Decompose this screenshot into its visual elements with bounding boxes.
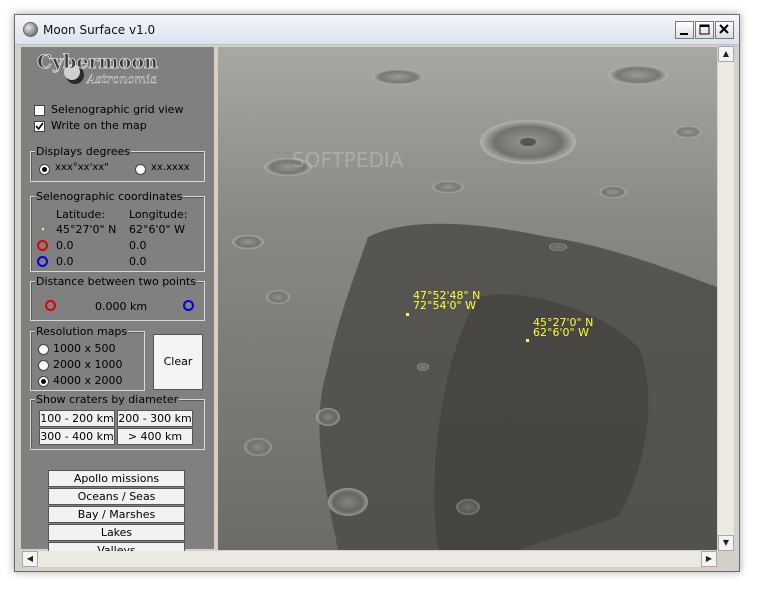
moon-app-icon	[23, 22, 38, 37]
lakes-button[interactable]: Lakes	[48, 524, 185, 541]
craters-300-400-button[interactable]: 300 - 400 km	[39, 428, 115, 445]
degrees-dms-radio[interactable]	[39, 164, 50, 175]
resolution-1000-radio[interactable]	[38, 344, 49, 355]
app-window: Moon Surface v1.0 Cybermoon Astronomia S…	[14, 14, 740, 572]
map-watermark: SOFTPEDIA	[292, 148, 404, 172]
clear-button[interactable]: Clear	[153, 334, 203, 390]
bay-marshes-button[interactable]: Bay / Marshes	[48, 506, 185, 523]
write-on-map-checkbox[interactable]	[34, 121, 45, 132]
grid-view-checkbox[interactable]	[34, 105, 45, 116]
resolution-2000-label: 2000 x 1000	[53, 358, 123, 371]
maximize-icon	[699, 24, 710, 35]
logo-subtitle: Astronomia	[86, 72, 157, 86]
scroll-up-button[interactable]: ▲	[718, 46, 734, 62]
craters-group-title: Show craters by diameter	[35, 393, 180, 406]
coordinates-group-title: Selenographic coordinates	[35, 190, 184, 203]
distance-red-point-icon	[45, 300, 56, 311]
coordinates-group: Selenographic coordinates Latitude: Long…	[30, 190, 205, 272]
craters-group: Show craters by diameter 100 - 200 km 20…	[30, 393, 205, 450]
red-point-latitude: 0.0	[56, 239, 74, 252]
resolution-1000-label: 1000 x 500	[53, 342, 116, 355]
map-point2-marker	[526, 339, 529, 342]
maximize-button[interactable]	[695, 21, 714, 39]
degrees-group-title: Displays degrees	[35, 145, 132, 158]
distance-group-title: Distance between two points	[35, 275, 197, 288]
blue-point-latitude: 0.0	[56, 255, 74, 268]
scroll-down-button[interactable]: ▼	[718, 535, 734, 551]
logo-title: Cybermoon	[37, 51, 158, 73]
oceans-seas-button[interactable]: Oceans / Seas	[48, 488, 185, 505]
craters-100-200-button[interactable]: 100 - 200 km	[39, 410, 115, 427]
resolution-4000-radio[interactable]	[38, 376, 49, 387]
scroll-right-button[interactable]: ▶	[701, 551, 717, 567]
craters-200-300-button[interactable]: 200 - 300 km	[117, 410, 193, 427]
resolution-2000-radio[interactable]	[38, 360, 49, 371]
blue-point-icon	[37, 256, 48, 267]
degrees-group: Displays degrees xxx°xx'xx" xx.xxxx	[30, 145, 205, 182]
current-point-marker	[42, 228, 44, 230]
map-point2-longitude: 62°6'0" W	[533, 326, 589, 339]
degrees-decimal-label: xx.xxxx	[151, 162, 190, 173]
title-bar[interactable]: Moon Surface v1.0	[15, 15, 739, 45]
minimize-button[interactable]	[675, 21, 694, 39]
checkmark-icon	[35, 122, 44, 131]
resolution-group-title: Resolution maps	[35, 325, 129, 338]
apollo-missions-button[interactable]: Apollo missions	[48, 470, 185, 487]
current-longitude: 62°6'0" W	[129, 223, 185, 236]
red-point-longitude: 0.0	[129, 239, 147, 252]
cybermoon-logo: Cybermoon Astronomia	[37, 51, 159, 86]
longitude-header: Longitude:	[129, 208, 188, 221]
distance-blue-point-icon	[183, 300, 194, 311]
red-point-icon	[37, 240, 48, 251]
vertical-scrollbar[interactable]: ▲ ▼	[718, 46, 734, 551]
moon-map[interactable]: SOFTPEDIA 47°52'48" N 72°54'0" W 45°27'0…	[218, 47, 717, 550]
map-point1-marker	[406, 313, 409, 316]
current-latitude: 45°27'0" N	[56, 223, 117, 236]
distance-value: 0.000 km	[95, 300, 148, 313]
close-icon	[719, 24, 729, 34]
horizontal-scrollbar[interactable]: ◀ ▶	[22, 551, 717, 567]
client-area: Cybermoon Astronomia Selenographic grid …	[20, 46, 734, 568]
map-point1-longitude: 72°54'0" W	[413, 299, 476, 312]
close-button[interactable]	[715, 21, 734, 39]
scroll-left-button[interactable]: ◀	[22, 551, 38, 567]
resolution-group: Resolution maps 1000 x 500 2000 x 1000 4…	[30, 325, 145, 391]
scrollbar-corner	[718, 551, 734, 567]
window-title: Moon Surface v1.0	[43, 23, 156, 37]
minimize-icon	[680, 33, 688, 35]
control-panel: Cybermoon Astronomia Selenographic grid …	[21, 47, 214, 559]
degrees-dms-label: xxx°xx'xx"	[55, 162, 109, 173]
craters-400-plus-button[interactable]: > 400 km	[117, 428, 193, 445]
resolution-4000-label: 4000 x 2000	[53, 374, 123, 387]
grid-view-label: Selenographic grid view	[51, 103, 184, 116]
blue-point-longitude: 0.0	[129, 255, 147, 268]
write-on-map-label: Write on the map	[51, 119, 147, 132]
distance-group: Distance between two points 0.000 km	[30, 275, 205, 321]
degrees-decimal-radio[interactable]	[135, 164, 146, 175]
latitude-header: Latitude:	[56, 208, 105, 221]
